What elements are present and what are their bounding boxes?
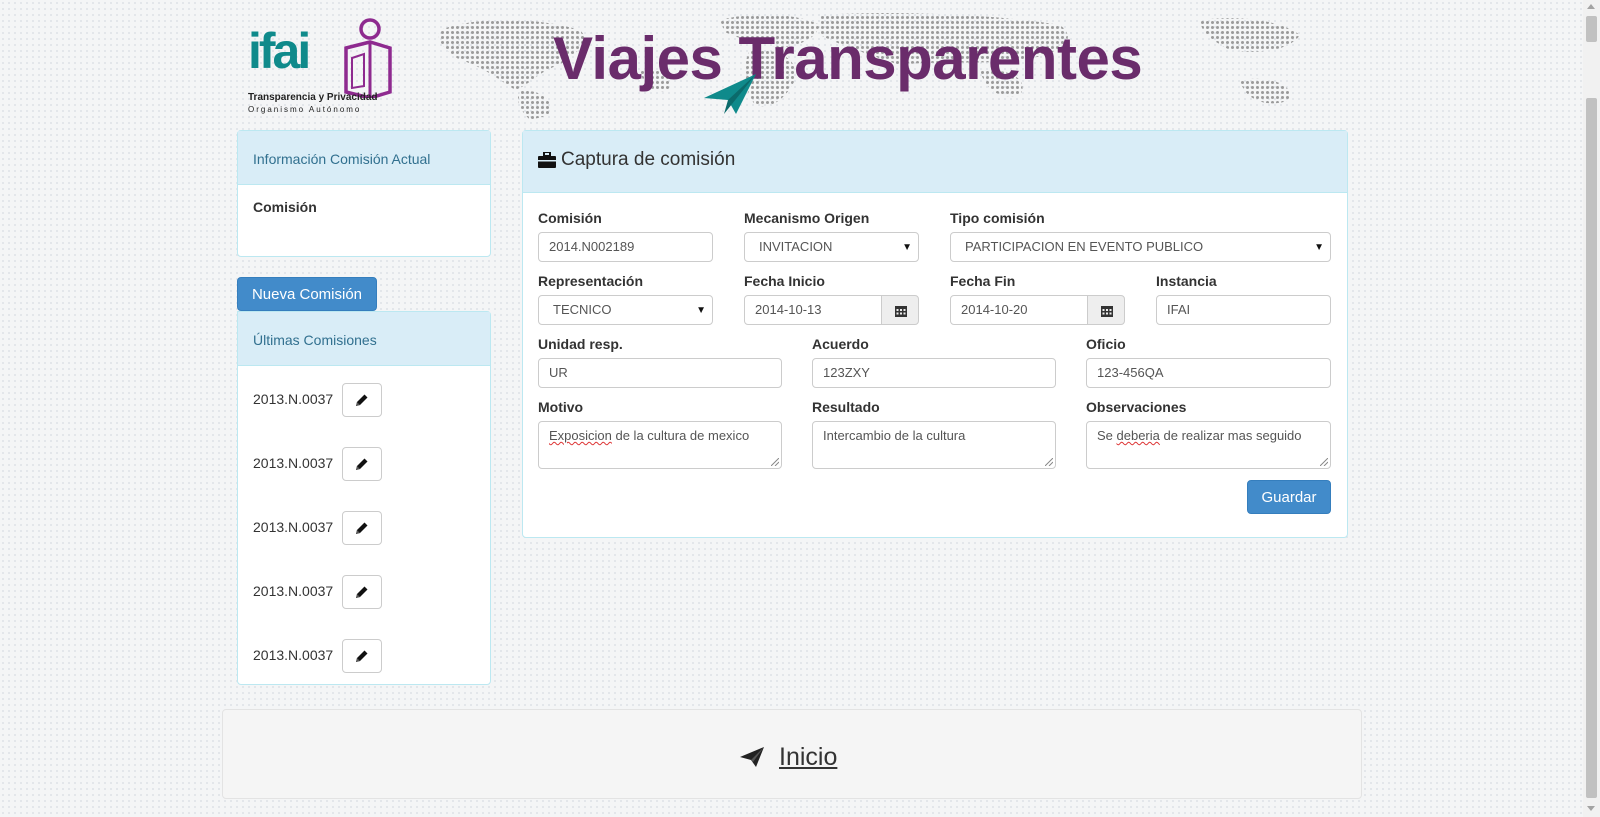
chevron-down-icon: ▼ bbox=[1314, 242, 1324, 253]
observaciones-label: Observaciones bbox=[1086, 399, 1187, 415]
logo-text: ifai bbox=[248, 23, 311, 79]
fecha-fin-input[interactable]: 2014-10-20 bbox=[950, 295, 1088, 325]
footer: Inicio bbox=[222, 709, 1362, 799]
commission-form-panel: Captura de comisión bbox=[522, 130, 1348, 538]
motivo-value-first-word: Exposicion bbox=[549, 428, 612, 443]
recent-commission-label: 2013.N.0037 bbox=[253, 455, 334, 471]
comision-input[interactable]: 2014.N002189 bbox=[538, 232, 713, 262]
home-link[interactable]: Inicio bbox=[779, 743, 837, 772]
list-item: 2013.N.0037 bbox=[253, 511, 473, 545]
recent-commissions-header: Últimas Comisiones bbox=[238, 312, 490, 366]
edit-button[interactable] bbox=[342, 511, 382, 545]
paper-plane-icon bbox=[704, 74, 756, 114]
scrollbar[interactable] bbox=[1583, 0, 1600, 817]
acuerdo-label: Acuerdo bbox=[812, 336, 869, 352]
fecha-inicio-label: Fecha Inicio bbox=[744, 273, 825, 289]
observaciones-value-part1: Se bbox=[1097, 428, 1117, 443]
resultado-textarea[interactable]: Intercambio de la cultura bbox=[812, 421, 1056, 469]
tipo-select[interactable]: PARTICIPACION EN EVENTO PUBLICO ▼ bbox=[950, 232, 1331, 262]
oficio-label: Oficio bbox=[1086, 336, 1126, 352]
tipo-label: Tipo comisión bbox=[950, 210, 1045, 226]
resultado-label: Resultado bbox=[812, 399, 880, 415]
pencil-icon bbox=[356, 394, 368, 406]
pencil-icon bbox=[356, 458, 368, 470]
ifai-logo: ifai Transparencia y Privacidad Organism… bbox=[248, 14, 398, 118]
representacion-select[interactable]: TECNICO ▼ bbox=[538, 295, 713, 325]
resize-handle-icon[interactable] bbox=[1045, 458, 1053, 466]
pencil-icon bbox=[356, 586, 368, 598]
resize-handle-icon[interactable] bbox=[771, 458, 779, 466]
resize-handle-icon[interactable] bbox=[1320, 458, 1328, 466]
paper-plane-icon bbox=[740, 747, 764, 767]
instancia-label: Instancia bbox=[1156, 273, 1217, 289]
chevron-down-icon: ▼ bbox=[902, 242, 912, 253]
current-commission-header: Información Comisión Actual bbox=[238, 131, 490, 185]
current-commission-panel: Información Comisión Actual Comisión bbox=[237, 130, 491, 257]
observaciones-value-rest: de realizar mas seguido bbox=[1159, 428, 1302, 443]
site-title: Viajes Transparentes bbox=[553, 25, 1143, 92]
motivo-value-rest: de la cultura de mexico bbox=[611, 428, 750, 443]
unidad-label: Unidad resp. bbox=[538, 336, 623, 352]
new-commission-button[interactable]: Nueva Comisión bbox=[237, 277, 377, 311]
save-button[interactable]: Guardar bbox=[1247, 480, 1331, 514]
representacion-value: TECNICO bbox=[553, 302, 612, 317]
observaciones-value-misspelled: deberia bbox=[1116, 428, 1160, 443]
calendar-icon bbox=[895, 306, 907, 317]
fecha-inicio-input[interactable]: 2014-10-13 bbox=[744, 295, 882, 325]
scrollbar-thumb-top[interactable] bbox=[1586, 16, 1597, 42]
scroll-up-arrow-icon[interactable] bbox=[1587, 4, 1595, 9]
instancia-input[interactable]: IFAI bbox=[1156, 295, 1331, 325]
list-item: 2013.N.0037 bbox=[253, 383, 473, 417]
pencil-icon bbox=[356, 650, 368, 662]
edit-button[interactable] bbox=[342, 383, 382, 417]
observaciones-textarea[interactable]: Se deberia de realizar mas seguido bbox=[1086, 421, 1331, 469]
list-item: 2013.N.0037 bbox=[253, 639, 473, 673]
mecanismo-value: INVITACION bbox=[759, 239, 833, 254]
logo-subtitle: Transparencia y Privacidad bbox=[248, 92, 378, 103]
recent-commission-label: 2013.N.0037 bbox=[253, 519, 334, 535]
tipo-value: PARTICIPACION EN EVENTO PUBLICO bbox=[965, 239, 1204, 254]
list-item: 2013.N.0037 bbox=[253, 447, 473, 481]
fecha-fin-label: Fecha Fin bbox=[950, 273, 1016, 289]
unidad-input[interactable]: UR bbox=[538, 358, 782, 388]
fecha-inicio-calendar-button[interactable] bbox=[881, 295, 919, 325]
resultado-value: Intercambio de la cultura bbox=[823, 428, 966, 443]
edit-button[interactable] bbox=[342, 639, 382, 673]
motivo-textarea[interactable]: Exposicion de la cultura de mexico bbox=[538, 421, 782, 469]
scroll-down-arrow-icon[interactable] bbox=[1587, 806, 1595, 811]
form-title: Captura de comisión bbox=[561, 149, 736, 170]
recent-commission-label: 2013.N.0037 bbox=[253, 583, 334, 599]
current-commission-label: Comisión bbox=[253, 199, 317, 215]
edit-button[interactable] bbox=[342, 575, 382, 609]
oficio-input[interactable]: 123-456QA bbox=[1086, 358, 1331, 388]
scrollbar-thumb[interactable] bbox=[1586, 98, 1597, 798]
acuerdo-input[interactable]: 123ZXY bbox=[812, 358, 1056, 388]
chevron-down-icon: ▼ bbox=[696, 305, 706, 316]
logo-subtitle-2: Organismo Autónomo bbox=[248, 105, 362, 114]
list-item: 2013.N.0037 bbox=[253, 575, 473, 609]
calendar-icon bbox=[1101, 306, 1113, 317]
briefcase-icon bbox=[538, 152, 556, 168]
site-header: ifai Transparencia y Privacidad Organism… bbox=[240, 10, 1320, 120]
form-header: Captura de comisión bbox=[523, 131, 1347, 193]
mecanismo-label: Mecanismo Origen bbox=[744, 210, 870, 226]
motivo-label: Motivo bbox=[538, 399, 584, 415]
recent-commission-label: 2013.N.0037 bbox=[253, 647, 334, 663]
edit-button[interactable] bbox=[342, 447, 382, 481]
mecanismo-select[interactable]: INVITACION ▼ bbox=[744, 232, 919, 262]
comision-label: Comisión bbox=[538, 210, 602, 226]
representacion-label: Representación bbox=[538, 273, 644, 289]
pencil-icon bbox=[356, 522, 368, 534]
fecha-fin-calendar-button[interactable] bbox=[1087, 295, 1125, 325]
recent-commission-label: 2013.N.0037 bbox=[253, 391, 334, 407]
recent-commissions-panel: Últimas Comisiones 2013.N.0037 2013.N.00… bbox=[237, 311, 491, 685]
logo-figure-icon bbox=[344, 18, 392, 98]
